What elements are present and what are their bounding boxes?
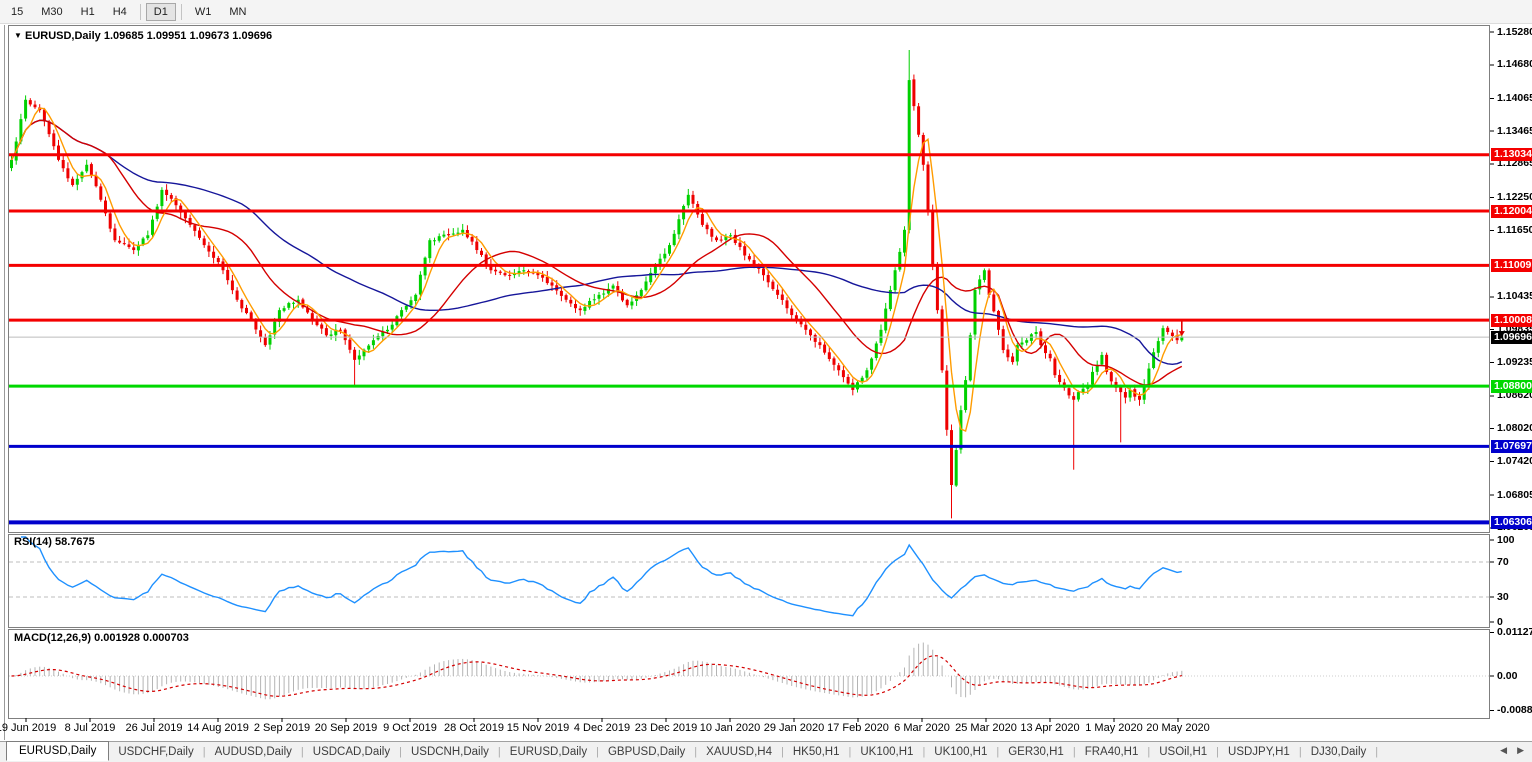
price-level-label-1.08800: 1.08800: [1491, 380, 1532, 393]
tab-fra40-h1[interactable]: FRA40,H1: [1076, 744, 1148, 760]
chart-tabs: EURUSD,DailyUSDCHF,Daily|AUDUSD,Daily|US…: [0, 741, 1532, 762]
tab-usoil-h1[interactable]: USOil,H1: [1150, 744, 1216, 760]
date-label: 13 Apr 2020: [1020, 722, 1079, 734]
date-label: 1 May 2020: [1085, 722, 1142, 734]
price-axis-tick: 1.09235: [1497, 356, 1532, 369]
price-axis-tick: 1.08020: [1497, 422, 1532, 435]
macd-axis-tick: 0.011277: [1497, 626, 1532, 639]
date-label: 29 Jan 2020: [764, 722, 825, 734]
tab-uk100-h1[interactable]: UK100,H1: [851, 744, 922, 760]
tab-usdchf-daily[interactable]: USDCHF,Daily: [109, 744, 202, 760]
price-axis-tick: 1.13465: [1497, 125, 1532, 138]
date-label: 28 Oct 2019: [444, 722, 504, 734]
chart-symbol: EURUSD,Daily: [25, 30, 101, 42]
price-axis-tick: 1.15280: [1497, 26, 1532, 39]
tab-scroll-arrows: ◀▶: [1490, 745, 1524, 756]
tab-separator: |: [1375, 746, 1378, 758]
date-label: 8 Jul 2019: [65, 722, 116, 734]
rsi-axis-tick: 30: [1497, 591, 1509, 604]
date-label: 20 May 2020: [1146, 722, 1210, 734]
macd-axis-tick: 0.00: [1497, 670, 1517, 683]
symbol-dropdown-icon[interactable]: ▼: [14, 31, 22, 40]
price-axis-tick: 1.14065: [1497, 92, 1532, 105]
date-label: 19 Jun 2019: [0, 722, 56, 734]
price-axis-tick: 1.12250: [1497, 191, 1532, 204]
tab-ger30-h1[interactable]: GER30,H1: [999, 744, 1073, 760]
tab-uk100-h1[interactable]: UK100,H1: [925, 744, 996, 760]
price-axis-tick: 1.07420: [1497, 455, 1532, 468]
date-label: 26 Jul 2019: [126, 722, 183, 734]
tab-usdcad-daily[interactable]: USDCAD,Daily: [304, 744, 399, 760]
tab-hk50-h1[interactable]: HK50,H1: [784, 744, 849, 760]
rsi-axis-tick: 100: [1497, 534, 1515, 547]
macd-axis-tick: -0.008845: [1497, 704, 1532, 717]
price-level-label-1.11009: 1.11009: [1491, 259, 1532, 272]
price-axis-tick: 1.11650: [1497, 224, 1532, 237]
price-axis-tick: 1.06805: [1497, 489, 1532, 502]
chart-ohlc-quotes: 1.09685 1.09951 1.09673 1.09696: [104, 30, 272, 42]
tab-audusd-daily[interactable]: AUDUSD,Daily: [206, 744, 301, 760]
tab-xauusd-h4[interactable]: XAUUSD,H4: [697, 744, 781, 760]
main-pane-border: [9, 26, 1490, 533]
date-label: 25 Mar 2020: [955, 722, 1017, 734]
date-label: 14 Aug 2019: [187, 722, 249, 734]
price-level-label-1.13034: 1.13034: [1491, 148, 1532, 161]
date-label: 4 Dec 2019: [574, 722, 630, 734]
tab-scroll-left-icon[interactable]: ◀: [1500, 745, 1507, 755]
tab-eurusd-daily[interactable]: EURUSD,Daily: [6, 741, 109, 761]
price-axis-tick: 1.10435: [1497, 290, 1532, 303]
date-label: 2 Sep 2019: [254, 722, 310, 734]
rsi-axis-tick: 70: [1497, 556, 1509, 569]
date-label: 10 Jan 2020: [700, 722, 761, 734]
price-level-label-1.07697: 1.07697: [1491, 440, 1532, 453]
price-level-label-1.12004: 1.12004: [1491, 205, 1532, 218]
tab-dj30-daily[interactable]: DJ30,Daily: [1302, 744, 1376, 760]
current-price-label: 1.09696: [1491, 331, 1532, 344]
tab-scroll-right-icon[interactable]: ▶: [1517, 745, 1524, 755]
price-level-label-1.10008: 1.10008: [1491, 314, 1532, 327]
tab-gbpusd-daily[interactable]: GBPUSD,Daily: [599, 744, 694, 760]
price-level-label-1.06306: 1.06306: [1491, 516, 1532, 529]
date-label: 23 Dec 2019: [635, 722, 697, 734]
date-label: 17 Feb 2020: [827, 722, 889, 734]
tab-usdjpy-h1[interactable]: USDJPY,H1: [1219, 744, 1299, 760]
date-label: 9 Oct 2019: [383, 722, 437, 734]
tab-eurusd-daily[interactable]: EURUSD,Daily: [501, 744, 596, 760]
rsi-indicator-title: RSI(14) 58.7675: [14, 536, 95, 548]
tab-usdcnh-daily[interactable]: USDCNH,Daily: [402, 744, 498, 760]
macd-indicator-title: MACD(12,26,9) 0.001928 0.000703: [14, 632, 189, 644]
date-label: 6 Mar 2020: [894, 722, 950, 734]
rsi-pane-border: [9, 535, 1490, 628]
price-axis-tick: 1.14680: [1497, 58, 1532, 71]
date-label: 15 Nov 2019: [507, 722, 569, 734]
chart-title: ▼ EURUSD,Daily 1.09685 1.09951 1.09673 1…: [14, 30, 272, 42]
chart-plot-area[interactable]: [0, 0, 1532, 762]
date-label: 20 Sep 2019: [315, 722, 377, 734]
